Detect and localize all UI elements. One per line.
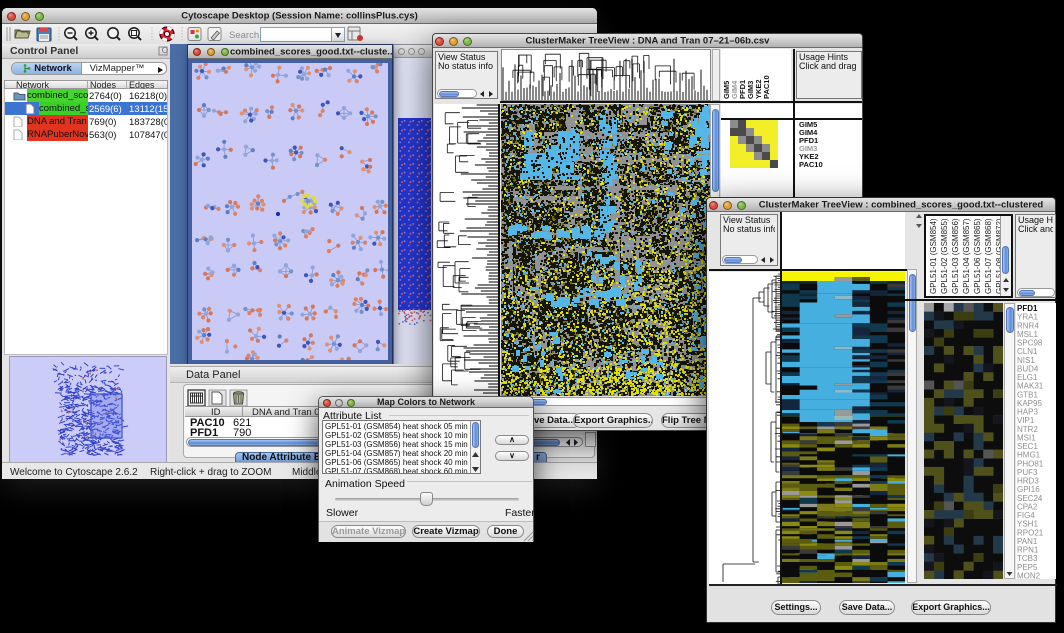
svg-text:PAC10: PAC10 [762,75,771,99]
svg-text:GPL51-02 (GSM855): GPL51-02 (GSM855) [940,218,949,294]
svg-text:GPL51-07 (GSM868): GPL51-07 (GSM868) [984,218,993,294]
svg-text:MON2: MON2 [1017,571,1041,579]
svg-text:GPL51-03 (GSM856): GPL51-03 (GSM856) [951,218,960,294]
svg-text:GPL51-06 (GSM865): GPL51-06 (GSM865) [973,218,982,294]
svg-text:PAC10: PAC10 [799,160,823,169]
svg-text:GPL51-04 (GSM857): GPL51-04 (GSM857) [962,218,971,294]
svg-text:GPL51-01 (GSM854): GPL51-01 (GSM854) [929,218,938,294]
